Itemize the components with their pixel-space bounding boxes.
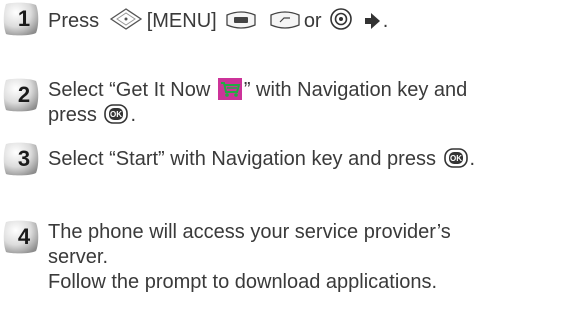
select-text: Select “Get It Now: [48, 79, 211, 101]
period: .: [382, 10, 389, 32]
step-number: 4: [17, 224, 31, 249]
period: .: [130, 104, 137, 126]
press-label: press: [48, 104, 97, 126]
step-3: 3 Select “Start” with Navigation key and…: [0, 142, 568, 178]
period: .: [469, 148, 476, 170]
step-1-text: Press [MENU] or .: [48, 7, 388, 34]
step-number: 1: [17, 6, 31, 31]
step-1: 1 Press [MENU] or .: [0, 2, 568, 38]
step-number: 3: [17, 146, 31, 171]
step-4: 4 The phone will access your service pro…: [0, 214, 568, 304]
ok-key-icon: OK: [443, 147, 468, 169]
step-number-badge: 3: [2, 142, 39, 176]
step-2: 2 Select “Get It Now ” with Navigation k…: [0, 72, 568, 132]
right-arrow-icon: [363, 11, 381, 31]
step-number-badge: 4: [2, 220, 39, 254]
step-4-line-3: Follow the prompt to download applicatio…: [48, 271, 438, 293]
step-3-text: Select “Start” with Navigation key and p…: [48, 147, 475, 172]
soft-key-icon: [268, 9, 302, 31]
step-number: 2: [17, 82, 31, 107]
step-4-line-1: The phone will access your service provi…: [48, 221, 451, 243]
menu-key-icon: [224, 9, 258, 31]
svg-text:OK: OK: [450, 154, 462, 163]
ok-key-icon: OK: [104, 103, 129, 125]
select-start-text: Select “Start” with Navigation key and p…: [48, 148, 436, 170]
step-number-badge: 1: [2, 2, 39, 36]
shopping-cart-icon: [217, 78, 242, 100]
menu-label: [MENU]: [146, 10, 217, 32]
svg-text:OK: OK: [110, 110, 122, 119]
select-text-end: ” with Navigation key and: [243, 79, 468, 101]
step-number-badge: 2: [2, 78, 39, 112]
step-4-line-2: server.: [48, 246, 109, 268]
navigation-key-icon: [107, 7, 145, 31]
or-label: or: [303, 10, 322, 32]
press-label: Press: [48, 10, 100, 32]
step-2-line-1: Select “Get It Now ” with Navigation key…: [48, 78, 467, 103]
ok-key-icon: [329, 7, 353, 31]
step-2-line-2: press OK .: [48, 103, 136, 128]
